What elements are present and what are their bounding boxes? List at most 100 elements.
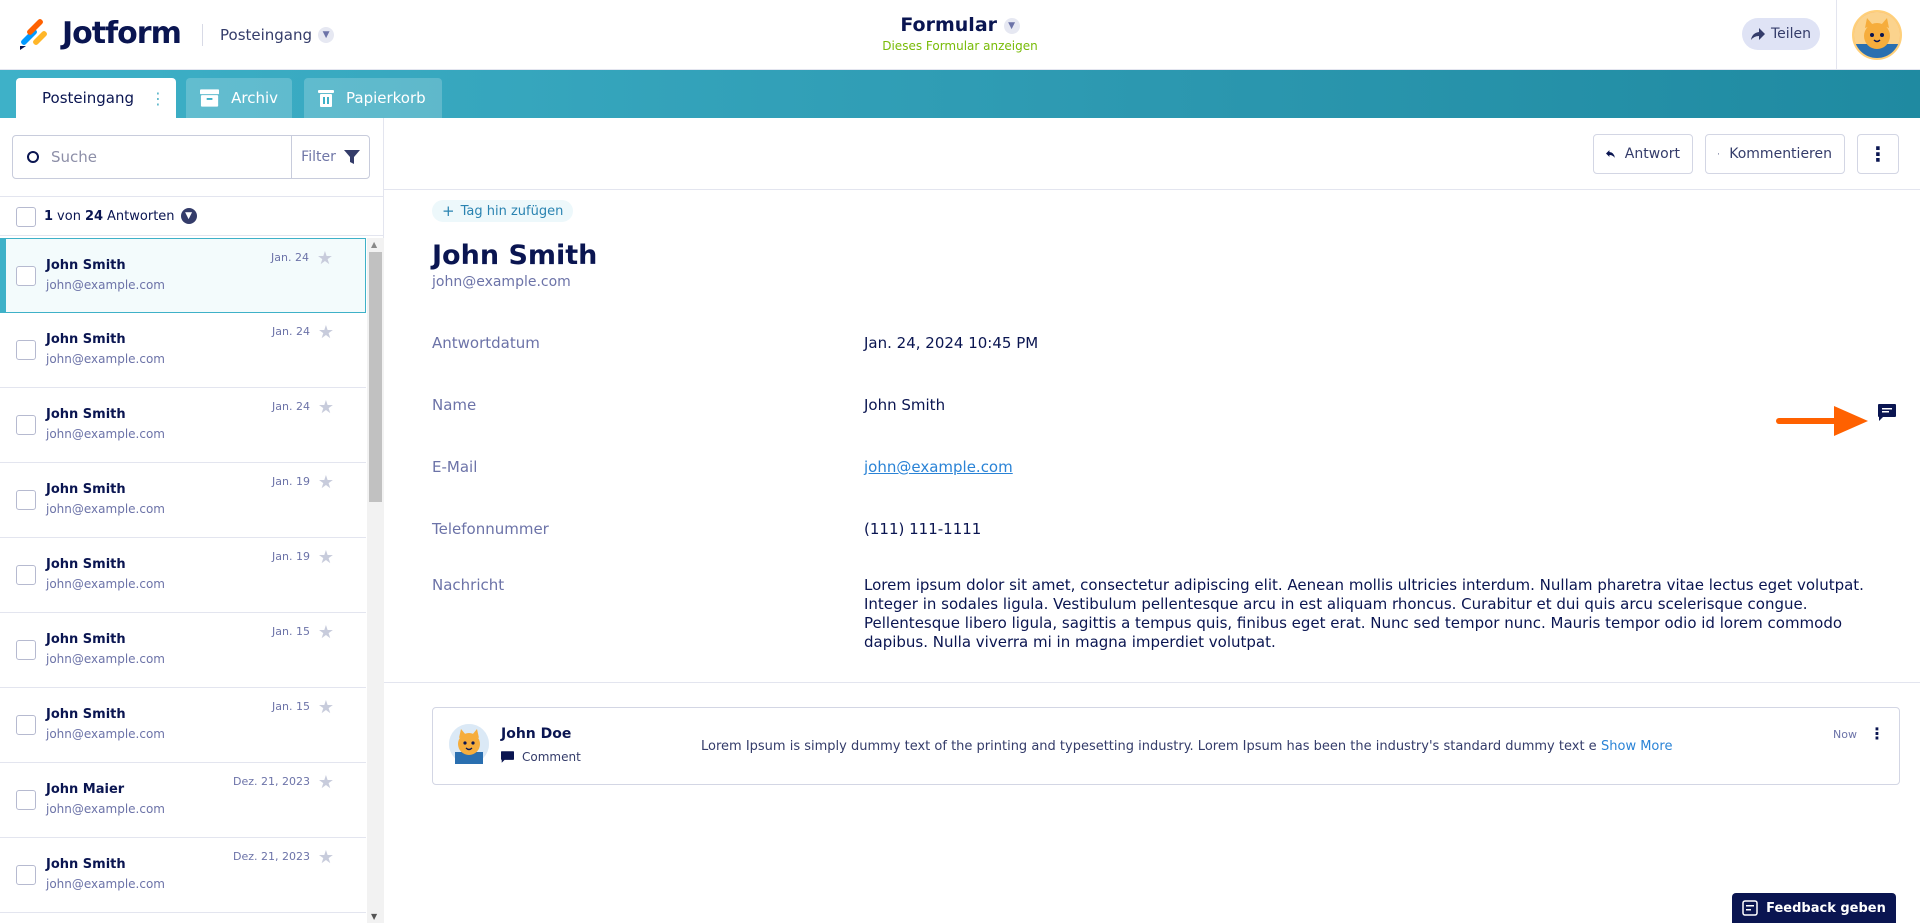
row-email: john@example.com [46, 502, 165, 516]
share-label: Teilen [1770, 26, 1812, 42]
submission-row[interactable]: John Smith john@example.com Jan. 24 ★ [0, 313, 366, 388]
scroll-down-icon[interactable]: ▼ [371, 912, 377, 921]
submission-row[interactable]: John Smith john@example.com Jan. 19 ★ [0, 463, 366, 538]
show-more-link[interactable]: Show More [1601, 739, 1672, 754]
form-title-container: Formular ▼ [0, 14, 1920, 36]
field-value-email-link[interactable]: john@example.com [864, 458, 1013, 476]
comment-label: Kommentieren [1729, 146, 1832, 162]
submission-list-panel: Filter 1 von 24 Antworten ▼ John Smith jo… [0, 118, 384, 923]
row-checkbox[interactable] [16, 266, 36, 286]
count-current: 1 [44, 208, 54, 224]
star-icon[interactable]: ★ [318, 772, 334, 793]
row-date: Jan. 24 [272, 400, 310, 413]
field-value-name: John Smith [864, 396, 946, 414]
field-value-message: Lorem ipsum dolor sit amet, consectetur … [864, 576, 1864, 651]
star-icon[interactable]: ★ [318, 622, 334, 643]
row-checkbox[interactable] [16, 865, 36, 885]
row-name: John Smith [46, 332, 126, 347]
submission-detail: Antwort Kommentieren ⋮ + Tag hin zufügen… [384, 118, 1920, 923]
comment-options-icon[interactable]: ⋮ [1869, 724, 1885, 743]
add-tag-label: Tag hin zufügen [460, 203, 564, 219]
tab-archive-label: Archiv [231, 89, 278, 107]
star-icon[interactable]: ★ [317, 248, 333, 269]
list-scrollbar[interactable]: ▲ ▼ [367, 238, 384, 923]
comment-icon [1718, 153, 1720, 155]
chevron-down-icon[interactable]: ▼ [1003, 17, 1020, 34]
form-title[interactable]: Formular [900, 14, 997, 36]
add-tag-button[interactable]: + Tag hin zufügen [432, 200, 574, 222]
list-header: 1 von 24 Antworten ▼ [0, 196, 384, 236]
tab-inbox-label: Posteingang [42, 89, 135, 107]
trash-icon [318, 90, 334, 107]
star-icon[interactable]: ★ [318, 472, 334, 493]
more-options-button[interactable]: ⋮ [1857, 134, 1899, 174]
count-total: 24 [84, 208, 104, 224]
scroll-up-icon[interactable]: ▲ [371, 240, 377, 249]
top-bar: Jotform Posteingang ▼ Formular ▼ Dieses … [0, 0, 1920, 70]
submission-row[interactable]: John Smith john@example.com Jan. 24 ★ [0, 238, 366, 313]
inbox-tab-bar: Posteingang ⋮ Archiv Papierkorb [0, 70, 1920, 118]
star-icon[interactable]: ★ [318, 397, 334, 418]
submission-list: John Smith john@example.com Jan. 24 ★ John S… [0, 238, 366, 923]
tab-trash[interactable]: Papierkorb [304, 78, 442, 118]
tab-inbox[interactable]: Posteingang ⋮ [16, 78, 176, 118]
tab-options-icon[interactable]: ⋮ [150, 89, 166, 108]
select-all-checkbox[interactable] [16, 207, 36, 227]
submission-row[interactable]: John Smith john@example.com Dez. 21, 2023 ★ [0, 838, 366, 913]
detail-toolbar: Antwort Kommentieren ⋮ [384, 118, 1920, 190]
chevron-down-icon[interactable]: ▼ [180, 208, 197, 224]
comment-button[interactable]: Kommentieren [1705, 134, 1845, 174]
search-icon [27, 151, 39, 163]
row-name: John Smith [46, 557, 126, 572]
share-arrow-icon [1750, 28, 1765, 40]
row-date: Dez. 21, 2023 [233, 850, 310, 863]
field-comment-icon[interactable] [1878, 404, 1896, 422]
row-checkbox[interactable] [16, 340, 36, 360]
feedback-button[interactable]: Feedback geben [1732, 893, 1896, 923]
count-suffix: Antworten [107, 208, 175, 224]
field-label-message: Nachricht [432, 576, 505, 594]
submission-row[interactable]: John Smith john@example.com Jan. 15 ★ [0, 688, 366, 763]
row-checkbox[interactable] [16, 415, 36, 435]
submission-row[interactable]: John Smith john@example.com Jan. 15 ★ [0, 613, 366, 688]
commenter-avatar [449, 724, 489, 764]
star-icon[interactable]: ★ [318, 847, 334, 868]
row-email: john@example.com [46, 727, 165, 741]
section-divider [384, 682, 1920, 683]
field-value-date: Jan. 24, 2024 10:45 PM [864, 334, 1039, 352]
row-checkbox[interactable] [16, 790, 36, 810]
user-avatar[interactable] [1852, 10, 1902, 60]
row-name: John Smith [46, 258, 126, 273]
row-email: john@example.com [46, 652, 165, 666]
star-icon[interactable]: ★ [318, 322, 334, 343]
submission-row[interactable]: John Smith john@example.com Jan. 19 ★ [0, 538, 366, 613]
row-checkbox[interactable] [16, 565, 36, 585]
share-button[interactable]: Teilen [1742, 18, 1820, 50]
view-form-link[interactable]: Dieses Formular anzeigen [882, 39, 1038, 53]
star-icon[interactable]: ★ [318, 547, 334, 568]
comment-type: Comment [501, 750, 581, 764]
row-name: John Smith [46, 857, 126, 872]
field-label-email: E-Mail [432, 458, 478, 476]
submission-row[interactable]: John Maier john@example.com Dez. 21, 2023 ★ [0, 763, 366, 838]
row-checkbox[interactable] [16, 640, 36, 660]
submission-row[interactable]: John Smith john@example.com Jan. 24 ★ [0, 388, 366, 463]
tab-archive[interactable]: Archiv [186, 78, 292, 118]
filter-button[interactable]: Filter [291, 136, 369, 178]
row-checkbox[interactable] [16, 715, 36, 735]
star-icon[interactable]: ★ [318, 697, 334, 718]
reply-button[interactable]: Antwort [1593, 134, 1693, 174]
row-name: John Maier [46, 782, 125, 797]
row-email: john@example.com [46, 278, 165, 292]
search-box: Filter [12, 135, 370, 179]
field-label-phone: Telefonnummer [432, 520, 549, 538]
row-email: john@example.com [46, 802, 165, 816]
reply-label: Antwort [1624, 146, 1680, 162]
row-email: john@example.com [46, 427, 165, 441]
scrollbar-thumb[interactable] [369, 252, 382, 502]
row-email: john@example.com [46, 577, 165, 591]
row-checkbox[interactable] [16, 490, 36, 510]
search-input[interactable] [51, 148, 271, 166]
field-value-phone: (111) 111-1111 [864, 520, 982, 538]
tab-trash-label: Papierkorb [346, 89, 426, 107]
